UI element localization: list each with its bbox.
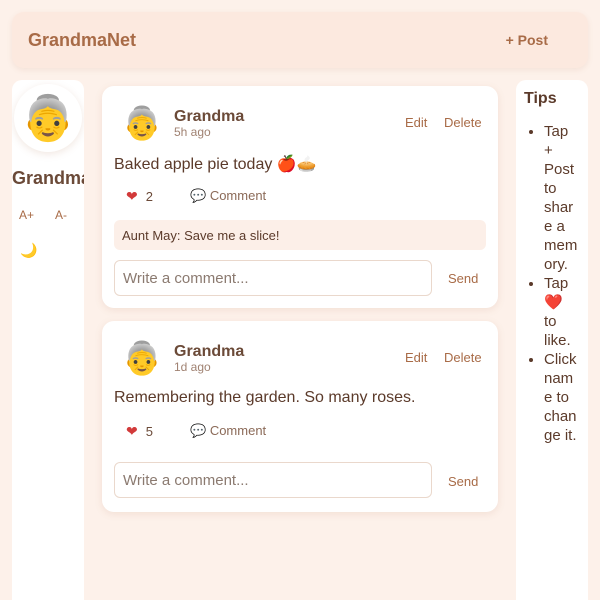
speech-bubble-icon: 💬 [190,423,207,438]
new-post-button[interactable]: + Post [506,32,548,48]
comment-label: Comment [209,423,267,438]
like-count: 5 [145,424,153,439]
comment-label: Comment [209,188,267,203]
post-card: 👵 Grandma 1d ago Edit Delete Remembering… [102,321,498,512]
comment-button[interactable]: 💬 Comment [190,188,266,204]
tips-title: Tips [524,90,557,107]
delete-button[interactable]: Delete [444,350,482,365]
comment-input[interactable] [114,260,432,296]
avatar[interactable]: 👵 [14,84,82,152]
comment-button[interactable]: 💬 Comment [190,423,266,439]
comment-item: Aunt May: Save me a slice! [114,220,486,250]
profile-name[interactable]: Grandma [12,168,84,189]
post-time: 1d ago [174,360,211,374]
post-card: 👵 Grandma 5h ago Edit Delete Baked apple… [102,86,498,308]
grandma-icon: 👵 [122,105,162,141]
font-increase-button[interactable]: A+ [19,208,34,222]
moon-icon[interactable]: 🌙 [20,242,37,259]
send-button[interactable]: Send [448,474,478,489]
brand-logo[interactable]: GrandmaNet [28,30,136,51]
grandma-icon: 👵 [20,94,76,143]
send-button[interactable]: Send [448,271,478,286]
post-time: 5h ago [174,125,211,139]
heart-icon: ❤ [126,188,138,204]
tips-list: Tap + Post to share a memory. Tap ❤️ to … [544,122,578,445]
tip-item: Tap + Post to share a memory. [544,122,578,274]
delete-button[interactable]: Delete [444,115,482,130]
speech-bubble-icon: 💬 [190,188,207,203]
post-author[interactable]: Grandma [174,108,244,126]
post-text: Baked apple pie today 🍎🥧 [114,156,317,173]
tip-item: Tap ❤️ to like. [544,274,578,350]
font-decrease-button[interactable]: A- [55,208,67,222]
comment-input[interactable] [114,462,432,498]
heart-icon: ❤ [126,423,138,439]
like-button[interactable]: ❤ 5 [126,423,153,440]
tips-panel: Tips Tap + Post to share a memory. Tap ❤… [516,80,588,600]
like-count: 2 [145,189,153,204]
post-text: Remembering the garden. So many roses. [114,389,416,406]
edit-button[interactable]: Edit [405,115,427,130]
header-bar: GrandmaNet + Post [12,12,588,68]
edit-button[interactable]: Edit [405,350,427,365]
post-author[interactable]: Grandma [174,343,244,361]
profile-sidebar: 👵 Grandma A+ A- 🌙 [12,80,84,600]
tip-item: Click name to change it. [544,350,578,445]
grandma-icon: 👵 [122,340,162,376]
like-button[interactable]: ❤ 2 [126,188,153,205]
